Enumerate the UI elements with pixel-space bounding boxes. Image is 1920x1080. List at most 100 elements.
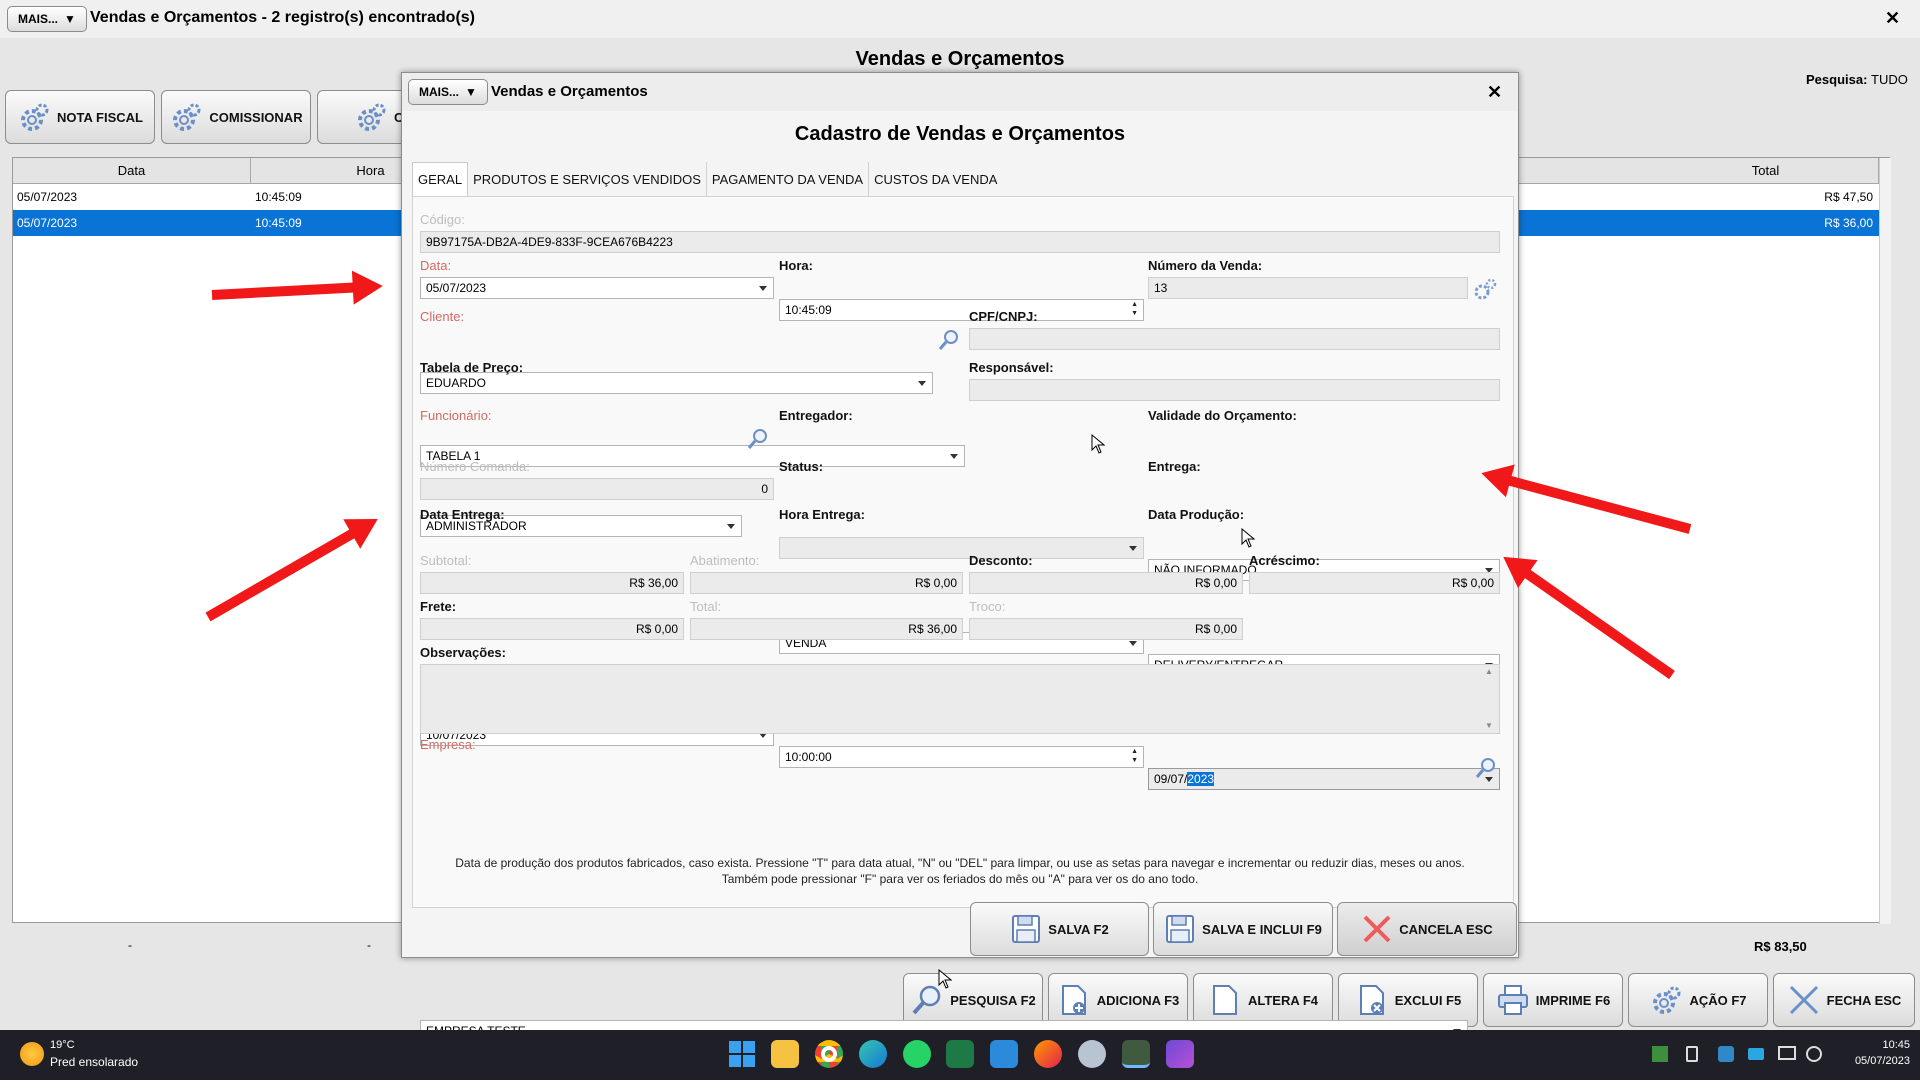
whatsapp-icon[interactable] bbox=[903, 1040, 931, 1068]
cpf-label: CPF/CNPJ: bbox=[969, 309, 1038, 324]
numero-venda-label: Número da Venda: bbox=[1148, 258, 1263, 273]
data-producao-picker[interactable]: 09/07/2023 bbox=[1148, 768, 1500, 790]
usb-icon[interactable] bbox=[1686, 1046, 1698, 1062]
clock-date[interactable]: 05/07/2023 bbox=[1830, 1055, 1910, 1067]
imprime-label: IMPRIME F6 bbox=[1535, 992, 1611, 1008]
printer-icon bbox=[1497, 985, 1528, 1015]
chrome-icon[interactable] bbox=[815, 1040, 843, 1068]
troco-field: R$ 0,00 bbox=[969, 618, 1243, 640]
main-heading: Vendas e Orçamentos bbox=[855, 48, 1065, 70]
cliente-select[interactable]: EDUARDO bbox=[420, 372, 933, 394]
funcionario-label: Funcionário: bbox=[420, 408, 492, 423]
security-icon[interactable] bbox=[1718, 1046, 1734, 1062]
responsavel-field bbox=[969, 379, 1500, 401]
sale-dialog: MAIS... ▼ Vendas e Orçamentos ✕ Cadastro … bbox=[401, 72, 1519, 1042]
file-explorer-icon[interactable] bbox=[771, 1040, 799, 1068]
hint-text: Data de produção dos produtos fabricados… bbox=[402, 855, 1518, 887]
edge-icon[interactable] bbox=[859, 1040, 887, 1068]
codigo-field: 9B97175A-DB2A-4DE9-833F-9CEA676B4223 bbox=[420, 231, 1500, 253]
comissionar-button[interactable]: COMISSIONAR bbox=[161, 90, 311, 144]
adiciona-button[interactable]: ADICIONA F3 bbox=[1048, 973, 1188, 1027]
windows-start-icon[interactable] bbox=[728, 1040, 756, 1068]
abatimento-label: Abatimento: bbox=[690, 553, 760, 568]
row-data: 05/07/2023 bbox=[17, 216, 78, 230]
frete-field[interactable]: R$ 0,00 bbox=[420, 618, 684, 640]
desconto-label: Desconto: bbox=[969, 553, 1033, 568]
hora-entrega-spinner[interactable]: 10:00:00 bbox=[779, 746, 1144, 768]
network-icon[interactable] bbox=[1778, 1046, 1796, 1060]
exclui-button[interactable]: EXCLUI F5 bbox=[1338, 973, 1478, 1027]
clock-time[interactable]: 10:45 bbox=[1830, 1039, 1910, 1051]
spreadsheet-icon[interactable] bbox=[946, 1040, 974, 1068]
observacoes-textarea[interactable] bbox=[420, 664, 1500, 734]
tab-geral[interactable]: GERAL bbox=[412, 162, 469, 196]
comanda-field: 0 bbox=[420, 478, 774, 500]
firefox-icon[interactable] bbox=[1034, 1040, 1062, 1068]
main-more-button[interactable]: MAIS... ▼ bbox=[7, 6, 87, 32]
empresa-label: Empresa: bbox=[420, 737, 476, 752]
save-and-add-label: SALVA E INCLUI F9 bbox=[1202, 921, 1322, 937]
main-close-icon[interactable]: ✕ bbox=[1885, 8, 1900, 29]
nota-fiscal-button[interactable]: NOTA FISCAL bbox=[5, 90, 155, 144]
gear-icon[interactable] bbox=[1472, 277, 1498, 301]
main-window-title: Vendas e Orçamentos - 2 registro(s) enco… bbox=[90, 9, 475, 26]
close-icon bbox=[1363, 915, 1391, 943]
save-and-add-button[interactable]: SALVA E INCLUI F9 bbox=[1153, 902, 1333, 956]
codigo-label: Código: bbox=[420, 212, 465, 227]
dialog-title-bar: MAIS... ▼ Vendas e Orçamentos ✕ bbox=[402, 73, 1518, 111]
save-label: SALVA F2 bbox=[1048, 921, 1109, 937]
pesquisa-button[interactable]: PESQUISA F2 bbox=[903, 973, 1043, 1027]
third-action-button[interactable]: C bbox=[317, 90, 407, 144]
media-app-icon[interactable] bbox=[1166, 1040, 1194, 1068]
numero-venda-field: 13 bbox=[1148, 277, 1468, 299]
row-total: R$ 36,00 bbox=[1824, 216, 1873, 230]
subtotal-label: Subtotal: bbox=[420, 553, 472, 568]
cancel-label: CANCELA ESC bbox=[1399, 921, 1493, 937]
search-icon[interactable] bbox=[746, 427, 770, 451]
acao-button[interactable]: AÇÃO F7 bbox=[1628, 973, 1768, 1027]
tray-icon[interactable] bbox=[1652, 1046, 1668, 1062]
data-date-picker[interactable]: 05/07/2023 bbox=[420, 277, 774, 299]
volume-icon[interactable] bbox=[1806, 1046, 1822, 1062]
altera-button[interactable]: ALTERA F4 bbox=[1193, 973, 1333, 1027]
cloud-icon[interactable] bbox=[1748, 1048, 1764, 1060]
acrescimo-field[interactable]: R$ 0,00 bbox=[1249, 572, 1500, 594]
search-icon[interactable] bbox=[1474, 756, 1498, 780]
cancel-button[interactable]: CANCELA ESC bbox=[1337, 902, 1517, 956]
table-scrollbar[interactable] bbox=[1879, 158, 1891, 924]
data-producao-label: Data Produção: bbox=[1148, 507, 1245, 522]
row-total: R$ 47,50 bbox=[1824, 190, 1873, 204]
app-icon[interactable] bbox=[990, 1040, 1018, 1068]
scroll-down-icon[interactable]: ▼ bbox=[1485, 721, 1493, 730]
dialog-close-icon[interactable]: ✕ bbox=[1487, 82, 1502, 103]
tab-pagamento[interactable]: PAGAMENTO DA VENDA bbox=[707, 162, 870, 196]
status-label: Status: bbox=[779, 459, 824, 474]
data-producao-day-month: 09/07/ bbox=[1154, 772, 1188, 786]
footer-dash: - bbox=[367, 938, 371, 952]
save-button[interactable]: SALVA F2 bbox=[970, 902, 1149, 956]
tab-custos[interactable]: CUSTOS DA VENDA bbox=[869, 162, 1002, 196]
entregador-select[interactable] bbox=[779, 537, 1144, 559]
mouse-cursor-icon bbox=[938, 969, 952, 989]
close-icon bbox=[1789, 985, 1818, 1015]
column-header-data[interactable]: Data bbox=[13, 158, 251, 184]
fecha-button[interactable]: FECHA ESC bbox=[1773, 973, 1915, 1027]
hora-label: Hora: bbox=[779, 258, 813, 273]
data-label: Data: bbox=[420, 258, 452, 273]
hora-time-spinner[interactable]: 10:45:09 bbox=[779, 299, 1144, 321]
settings-icon[interactable] bbox=[1078, 1040, 1106, 1068]
scroll-up-icon[interactable]: ▲ bbox=[1485, 667, 1493, 676]
imprime-button[interactable]: IMPRIME F6 bbox=[1483, 973, 1623, 1027]
main-more-label: MAIS... bbox=[18, 12, 59, 26]
search-icon[interactable] bbox=[937, 328, 961, 352]
weather-sun-icon[interactable] bbox=[20, 1042, 44, 1066]
tab-produtos[interactable]: PRODUTOS E SERVIÇOS VENDIDOS bbox=[468, 162, 707, 196]
desconto-field[interactable]: R$ 0,00 bbox=[969, 572, 1243, 594]
gear-icon bbox=[358, 103, 386, 131]
column-header-total[interactable]: Total bbox=[1653, 158, 1879, 184]
delete-document-icon bbox=[1359, 985, 1384, 1015]
dialog-more-button[interactable]: MAIS... ▼ bbox=[408, 79, 488, 105]
hint-line-1: Data de produção dos produtos fabricados… bbox=[455, 856, 1465, 870]
active-app-icon[interactable] bbox=[1122, 1040, 1150, 1068]
data-producao-year-selected: 2023 bbox=[1187, 772, 1215, 786]
